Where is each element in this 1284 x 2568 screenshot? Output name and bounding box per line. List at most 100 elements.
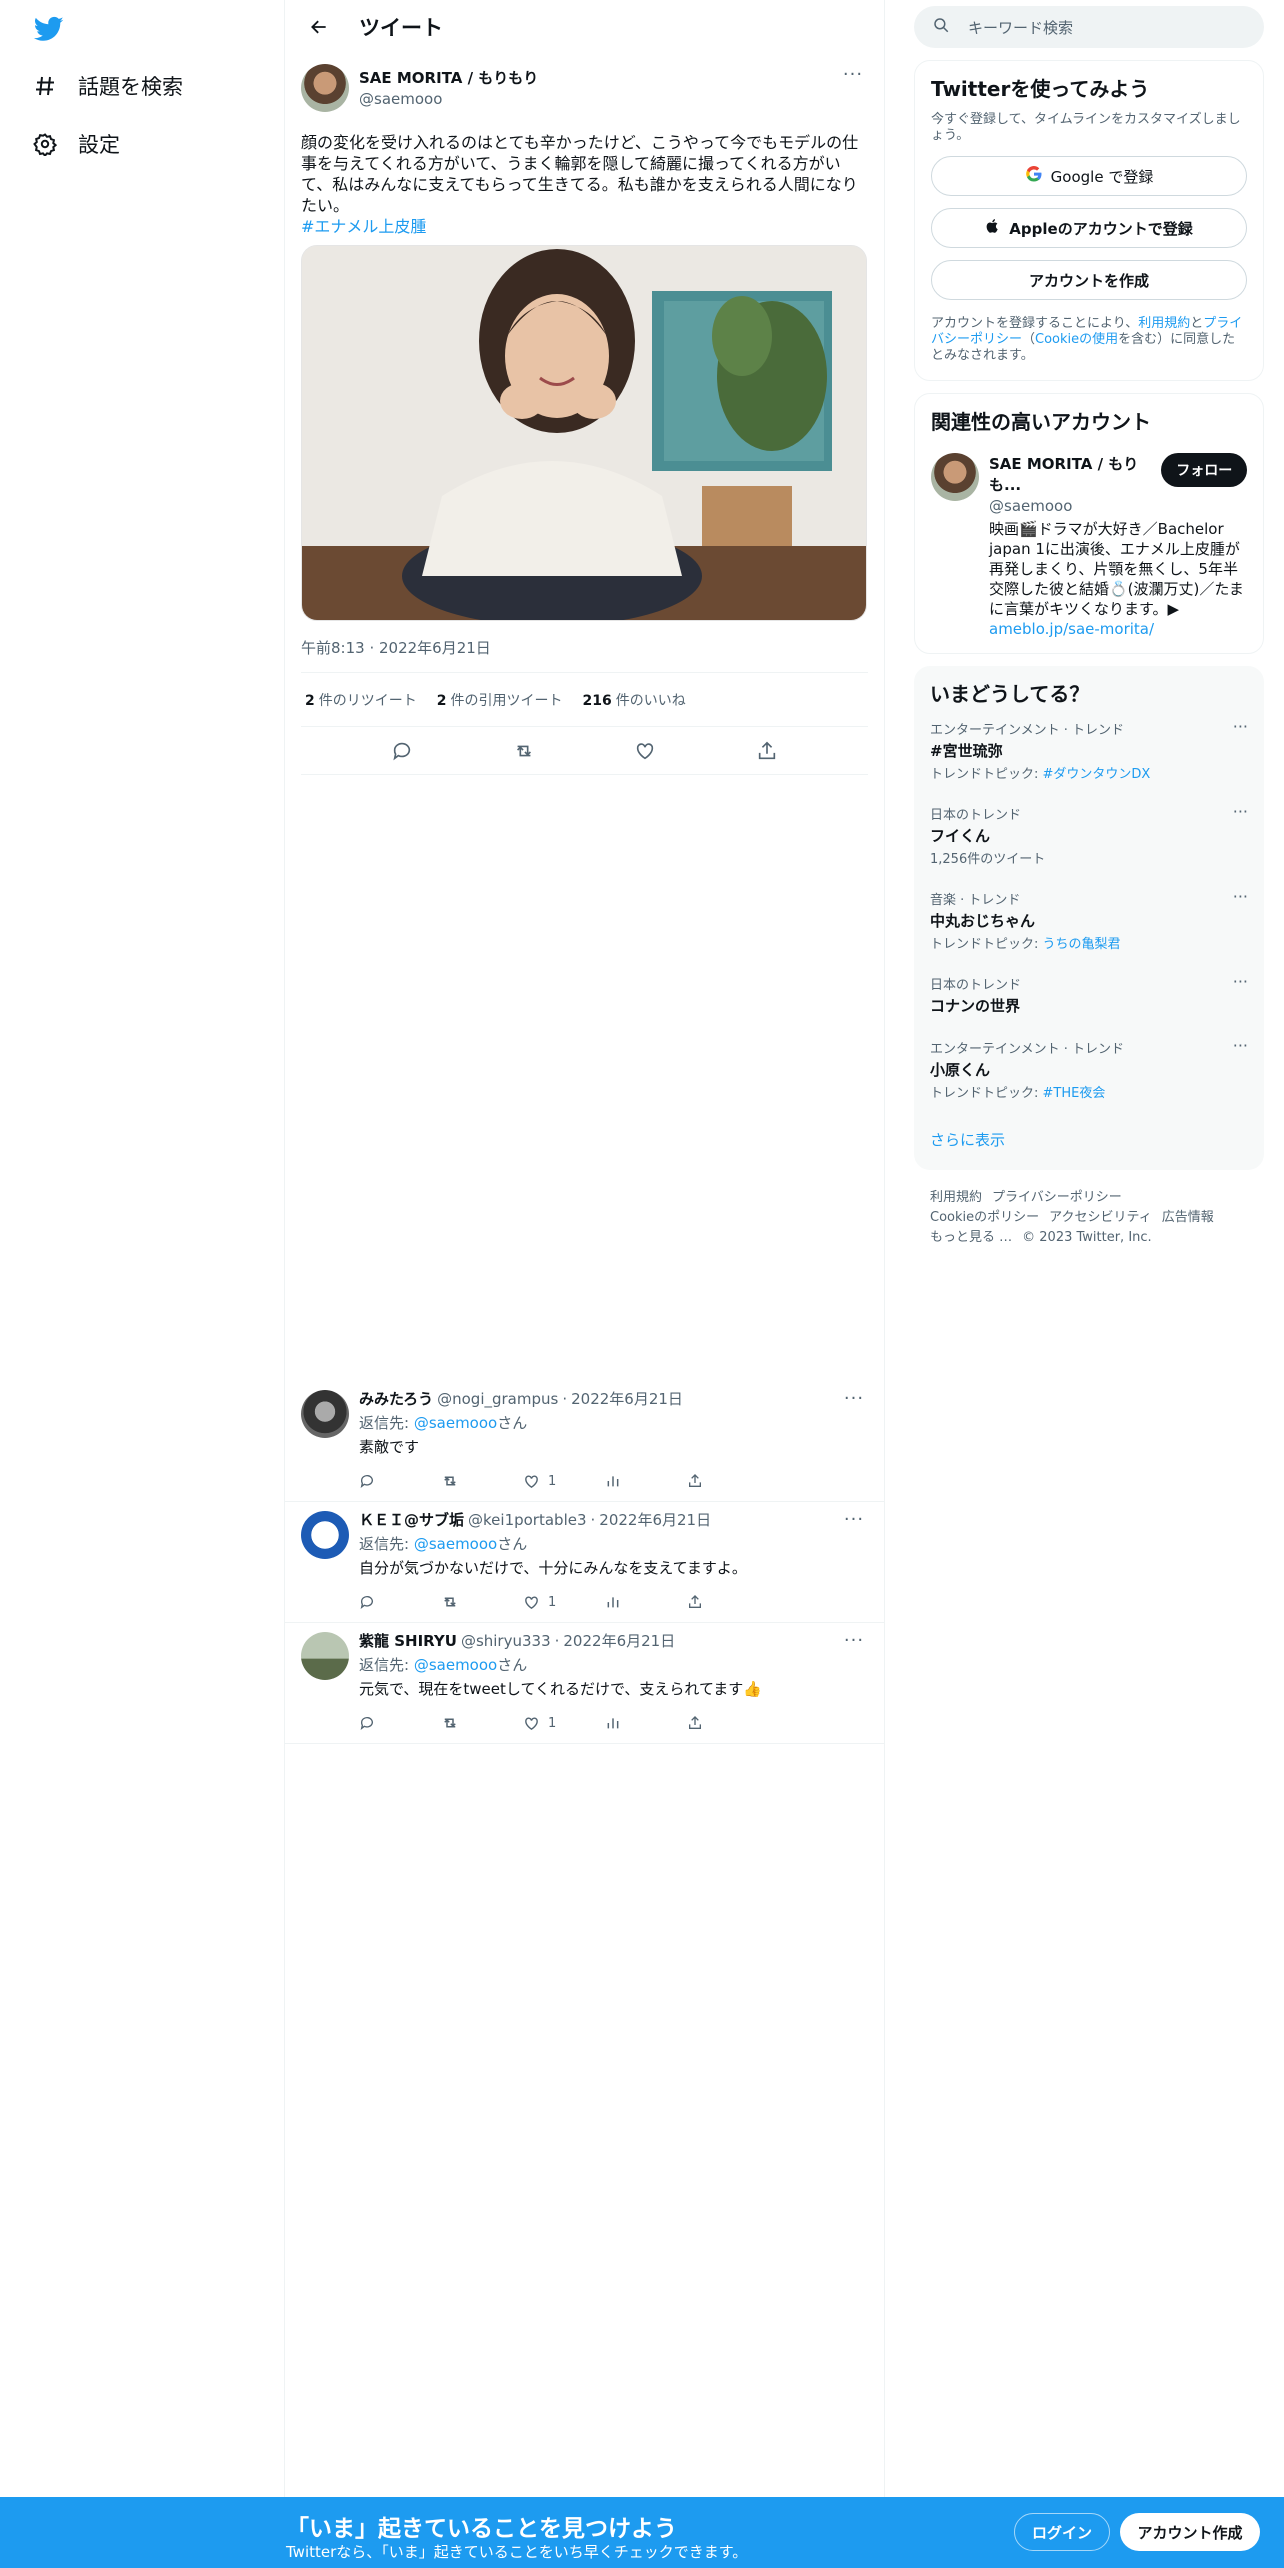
reply-to-link[interactable]: @saemooo xyxy=(414,1414,497,1432)
reply-author-handle[interactable]: @kei1portable3 xyxy=(468,1511,587,1529)
hashtag-link[interactable]: #エナメル上皮腫 xyxy=(301,217,426,236)
more-options-icon[interactable]: ··· xyxy=(838,64,868,85)
related-bio: 映画🎬ドラマが大好き／Bachelor japan 1に出演後、エナメル上皮腫が… xyxy=(989,519,1247,639)
signup-button[interactable]: アカウント作成 xyxy=(1120,2513,1260,2551)
avatar[interactable] xyxy=(931,453,979,501)
signup-title: Twitterを使ってみよう xyxy=(931,77,1150,101)
trend-item[interactable]: エンターテインメント · トレンド #宮世琉弥 トレンドトピック: #ダウンタウ… xyxy=(930,707,1248,792)
reply-tweet[interactable]: ＫＥＩ@サブ垢 @kei1portable3 · 2022年6月21日 ··· … xyxy=(285,1501,885,1623)
likes-stat[interactable]: 216 件のいいね xyxy=(583,690,686,710)
analytics-icon[interactable] xyxy=(605,1594,687,1610)
retweet-icon[interactable] xyxy=(441,1714,523,1732)
reply-author-name[interactable]: ＫＥＩ@サブ垢 xyxy=(359,1509,464,1530)
trend-item[interactable]: 日本のトレンド コナンの世界 ··· xyxy=(930,962,1248,1026)
avatar[interactable] xyxy=(301,1390,349,1438)
retweet-icon[interactable] xyxy=(507,734,541,768)
nav-settings[interactable]: 設定 xyxy=(32,124,120,164)
footer-cookie-link[interactable]: Cookieのポリシー xyxy=(930,1210,1039,1225)
quotes-stat[interactable]: 2 件の引用ツイート xyxy=(437,690,563,710)
show-more-link[interactable]: さらに表示 xyxy=(930,1111,1248,1170)
share-icon[interactable] xyxy=(687,1594,769,1610)
footer-more-link[interactable]: もっと見る … xyxy=(930,1230,1012,1245)
like-icon xyxy=(525,1595,538,1609)
more-options-icon[interactable]: ··· xyxy=(839,1630,869,1651)
related-handle[interactable]: @saemooo xyxy=(989,497,1161,515)
create-account-button[interactable]: アカウントを作成 xyxy=(931,260,1247,300)
search-input[interactable]: キーワード検索 xyxy=(914,6,1264,48)
retweet-icon[interactable] xyxy=(441,1472,523,1490)
trend-subtitle: トレンドトピック: うちの亀梨君 xyxy=(930,933,1248,952)
more-options-icon[interactable]: ··· xyxy=(839,1388,869,1409)
avatar[interactable] xyxy=(301,1632,349,1680)
author-name[interactable]: SAE MORITA / もりもり xyxy=(359,67,838,88)
share-icon[interactable] xyxy=(750,734,784,768)
reply-author-name[interactable]: 紫龍 SHIRYU xyxy=(359,1630,457,1651)
reply-date[interactable]: 2022年6月21日 xyxy=(599,1509,711,1530)
more-options-icon[interactable]: ··· xyxy=(1233,717,1248,736)
more-options-icon[interactable]: ··· xyxy=(1233,1036,1248,1055)
trend-sub-link[interactable]: #THE夜会 xyxy=(1043,1086,1106,1101)
footer-links: 利用規約 プライバシーポリシー Cookieのポリシー アクセシビリティ 広告情報 も… xyxy=(914,1170,1264,1266)
related-account[interactable]: SAE MORITA / もりも... @saemooo フォロー 映画🎬ドラマ… xyxy=(931,453,1247,639)
reply-author-name[interactable]: みみたろう xyxy=(359,1388,433,1409)
reply-icon[interactable] xyxy=(359,1473,441,1489)
reply-to-prefix: 返信先: xyxy=(359,1656,414,1674)
like-button[interactable]: 1 xyxy=(523,1594,605,1611)
reply-to-link[interactable]: @saemooo xyxy=(414,1656,497,1674)
reply-icon[interactable] xyxy=(359,1594,441,1610)
apple-signup-button[interactable]: Appleのアカウントで登録 xyxy=(931,208,1247,248)
trend-sub-link[interactable]: うちの亀梨君 xyxy=(1043,937,1121,952)
footer-terms-link[interactable]: 利用規約 xyxy=(930,1190,982,1205)
more-options-icon[interactable]: ··· xyxy=(1233,802,1248,821)
avatar[interactable] xyxy=(301,64,349,112)
nav-explore[interactable]: 話題を検索 xyxy=(32,66,183,106)
reply-date[interactable]: 2022年6月21日 xyxy=(563,1630,675,1651)
trend-category: エンターテインメント · トレンド xyxy=(930,723,1125,738)
like-button[interactable]: 1 xyxy=(523,1473,605,1490)
twitter-logo-icon[interactable] xyxy=(32,14,66,44)
terms-link[interactable]: 利用規約 xyxy=(1138,316,1190,331)
retweets-label: 件のリツイート xyxy=(318,692,417,709)
reply-author-handle[interactable]: @nogi_grampus xyxy=(437,1390,558,1408)
reply-tweet[interactable]: みみたろう @nogi_grampus · 2022年6月21日 ··· 返信先… xyxy=(285,1380,885,1502)
retweets-stat[interactable]: 2 件のリツイート xyxy=(305,690,417,710)
share-icon[interactable] xyxy=(687,1473,769,1489)
trend-item[interactable]: エンターテインメント · トレンド 小原くん トレンドトピック: #THE夜会 … xyxy=(930,1026,1248,1111)
more-options-icon[interactable]: ··· xyxy=(1233,972,1248,991)
avatar[interactable] xyxy=(301,1511,349,1559)
reply-to-suffix: さん xyxy=(497,1656,528,1674)
like-button[interactable]: 1 xyxy=(523,1715,605,1732)
reply-tweet[interactable]: 紫龍 SHIRYU @shiryu333 · 2022年6月21日 ··· 返信… xyxy=(285,1622,885,1744)
follow-button[interactable]: フォロー xyxy=(1161,453,1247,487)
more-options-icon[interactable]: ··· xyxy=(1233,887,1248,906)
login-button[interactable]: ログイン xyxy=(1014,2513,1110,2551)
separator-dot: · xyxy=(554,1631,560,1650)
trend-sub-link[interactable]: #ダウンタウンDX xyxy=(1043,767,1151,782)
author-handle[interactable]: @saemooo xyxy=(359,90,838,108)
trend-item[interactable]: 音楽 · トレンド 中丸おじちゃん トレンドトピック: うちの亀梨君 ··· xyxy=(930,877,1248,962)
reply-date[interactable]: 2022年6月21日 xyxy=(571,1388,683,1409)
related-bio-link[interactable]: ameblo.jp/sae-morita/ xyxy=(989,620,1154,638)
share-icon[interactable] xyxy=(687,1715,769,1731)
footer-ads-link[interactable]: 広告情報 xyxy=(1162,1210,1214,1225)
footer-privacy-link[interactable]: プライバシーポリシー xyxy=(992,1190,1122,1205)
reply-author-handle[interactable]: @shiryu333 xyxy=(461,1632,551,1650)
trend-item[interactable]: 日本のトレンド フイくん 1,256件のツイート ··· xyxy=(930,792,1248,877)
analytics-icon[interactable] xyxy=(605,1473,687,1489)
tweet-photo[interactable] xyxy=(301,245,867,621)
cookie-link[interactable]: Cookieの使用 xyxy=(1035,332,1118,347)
back-arrow-icon[interactable] xyxy=(301,9,337,45)
reply-actions: 1 xyxy=(359,1461,869,1501)
analytics-icon[interactable] xyxy=(605,1715,687,1731)
like-icon[interactable] xyxy=(628,734,662,768)
tweet-text: 顔の変化を受け入れるのはとても辛かったけど、こうやって今でもモデルの仕事を与えて… xyxy=(301,132,871,237)
reply-icon[interactable] xyxy=(385,734,419,768)
google-signup-button[interactable]: Google で登録 xyxy=(931,156,1247,196)
retweet-icon[interactable] xyxy=(441,1593,523,1611)
footer-accessibility-link[interactable]: アクセシビリティ xyxy=(1049,1210,1152,1225)
reply-icon[interactable] xyxy=(359,1715,441,1731)
reply-to-link[interactable]: @saemooo xyxy=(414,1535,497,1553)
more-options-icon[interactable]: ··· xyxy=(839,1509,869,1530)
related-name[interactable]: SAE MORITA / もりも... xyxy=(989,453,1161,495)
tweet-timestamp[interactable]: 午前8:13 · 2022年6月21日 xyxy=(301,637,868,673)
